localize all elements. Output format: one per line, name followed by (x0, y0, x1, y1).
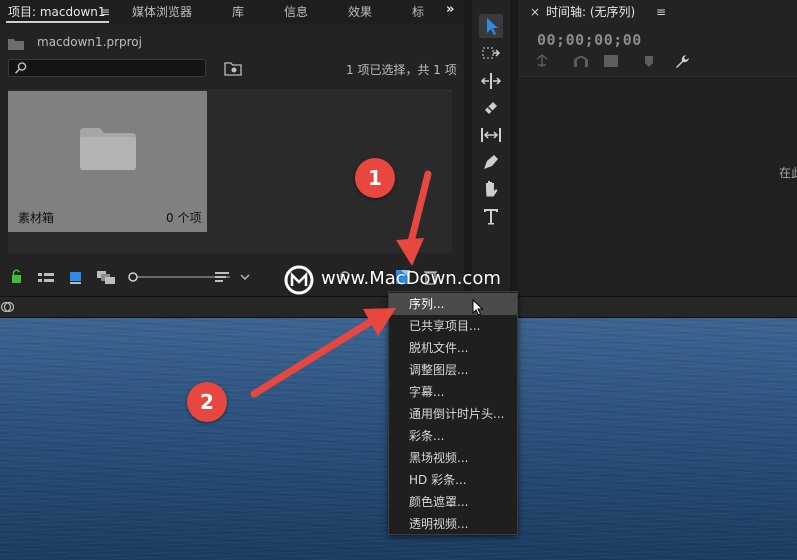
lock-icon[interactable] (12, 269, 21, 283)
search-icon (14, 62, 27, 74)
pen-icon[interactable] (479, 150, 503, 174)
tab-menu-icon[interactable]: ≡ (100, 0, 114, 24)
new-bin-icon[interactable] (224, 60, 242, 76)
watermark-text: www.MacDown.com (321, 268, 501, 289)
tab-effects[interactable]: 效果 (348, 0, 372, 24)
hand-icon[interactable] (479, 177, 503, 201)
tab-info[interactable]: 信息 (284, 0, 308, 24)
sort-icon[interactable] (215, 272, 250, 282)
menu-item-hd-bars[interactable]: HD 彩条... (389, 469, 517, 491)
bin-item-count: 0 个项 (166, 211, 202, 225)
menu-item-caption[interactable]: 字幕... (389, 381, 517, 403)
close-icon[interactable]: × (530, 0, 540, 24)
menu-item-adjustment-layer[interactable]: 调整图层... (389, 359, 517, 381)
razor-icon[interactable] (479, 96, 503, 120)
icon-view-icon[interactable] (70, 272, 81, 284)
timeline-menu-icon[interactable]: ≡ (656, 0, 666, 24)
active-tab-underline (6, 21, 109, 23)
tabs-overflow-icon[interactable]: » (446, 2, 454, 17)
linked-selection-icon[interactable] (604, 55, 618, 67)
marker-icon[interactable] (645, 56, 653, 67)
menu-item-shared-project[interactable]: 已共享项目... (389, 315, 517, 337)
annotation-badge-2: 2 (187, 382, 227, 422)
timeline-toolbar (536, 54, 689, 68)
snap-icon[interactable] (574, 56, 588, 67)
panel-handle-icon[interactable] (0, 300, 14, 314)
timeline-drop-hint: 在此 (779, 166, 797, 180)
zoom-slider[interactable] (128, 272, 230, 282)
nest-icon[interactable] (536, 54, 548, 67)
bin-name: 素材箱 (18, 211, 55, 225)
ripple-edit-icon[interactable] (479, 69, 503, 93)
panel-divider[interactable] (510, 0, 518, 296)
project-file-name: macdown1.prproj (37, 35, 142, 49)
menu-item-transparent-video[interactable]: 透明视频... (389, 513, 517, 535)
selection-status: 1 项已选择，共 1 项 (346, 63, 457, 77)
project-file-icon (8, 39, 24, 50)
mouse-cursor-icon (472, 299, 484, 316)
type-icon[interactable] (479, 204, 503, 228)
wrench-icon[interactable] (676, 55, 689, 68)
list-view-icon[interactable] (38, 273, 54, 282)
folder-icon (80, 128, 136, 170)
menu-item-bars-and-tone[interactable]: 彩条... (389, 425, 517, 447)
tab-markers[interactable]: 标 (412, 0, 424, 24)
selection-tool-icon[interactable] (479, 14, 503, 38)
menu-item-color-matte[interactable]: 颜色遮罩... (389, 491, 517, 513)
track-select-icon[interactable] (479, 42, 503, 66)
menu-item-offline-file[interactable]: 脱机文件... (389, 337, 517, 359)
timeline-title[interactable]: 时间轴: (无序列) (546, 0, 635, 24)
slip-icon[interactable] (479, 123, 503, 147)
menu-item-universal-countdown[interactable]: 通用倒计时片头... (389, 403, 517, 425)
annotation-badge-1: 1 (355, 158, 395, 198)
search-input[interactable] (8, 59, 206, 77)
panel-divider[interactable] (464, 0, 472, 296)
freeform-view-icon[interactable] (97, 271, 115, 284)
timecode-display[interactable]: 00;00;00;00 (537, 31, 642, 49)
tab-libraries[interactable]: 库 (232, 0, 244, 24)
menu-item-black-video[interactable]: 黑场视频... (389, 447, 517, 469)
timeline-body[interactable] (518, 76, 797, 297)
tab-media-browser[interactable]: 媒体浏览器 (132, 0, 192, 24)
